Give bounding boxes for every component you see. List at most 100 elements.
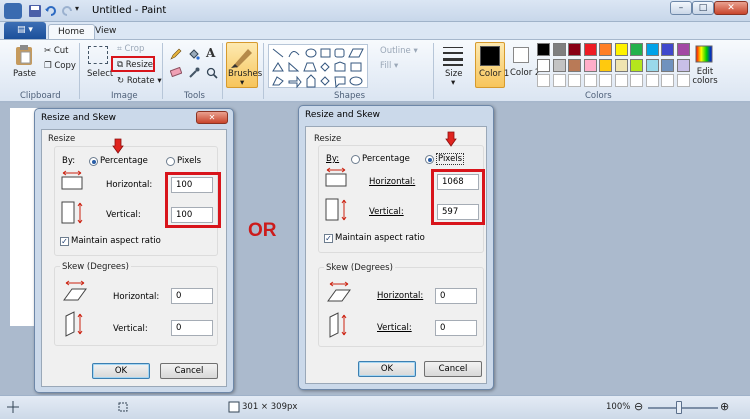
edit-colors-button[interactable]: Edit colors — [692, 68, 718, 86]
zoom-in-icon[interactable]: ⊕ — [720, 400, 729, 413]
minimize-button[interactable]: – — [670, 1, 692, 15]
color-swatch[interactable] — [676, 43, 690, 56]
color-swatch[interactable] — [568, 58, 581, 72]
horizontal-label: Horizontal: — [369, 177, 416, 187]
maximize-button[interactable]: □ — [692, 1, 714, 15]
magnifier-icon[interactable] — [206, 67, 218, 82]
color-swatch[interactable] — [614, 58, 628, 72]
color-swatch[interactable] — [661, 74, 674, 87]
paint-menu-button[interactable]: ▤ ▾ — [4, 22, 46, 39]
zoom-slider-thumb[interactable] — [676, 401, 682, 414]
percentage-label[interactable]: Percentage — [100, 156, 148, 166]
cut-button[interactable]: ✂ Cut — [44, 46, 68, 56]
color-swatch[interactable] — [676, 74, 690, 87]
outline-dropdown[interactable]: Outline ▾ — [380, 46, 418, 56]
shapes-gallery[interactable] — [268, 44, 368, 89]
ok-button[interactable]: OK — [358, 361, 416, 377]
zoom-slider-track[interactable] — [648, 407, 718, 409]
color-swatch[interactable] — [645, 43, 659, 56]
color-swatch[interactable] — [568, 74, 581, 87]
copy-icon: ❐ — [44, 61, 52, 71]
color1-button[interactable]: Color 1 — [475, 42, 509, 88]
dialog-close-button[interactable]: ✕ — [196, 111, 228, 124]
color-swatch[interactable] — [645, 74, 659, 87]
canvas-dimensions: 301 × 309px — [242, 402, 298, 412]
crop-label: Crop — [124, 44, 145, 54]
color-swatch[interactable] — [661, 43, 674, 56]
color-swatch[interactable] — [537, 74, 550, 87]
paste-button[interactable]: Paste — [13, 69, 36, 79]
cancel-button[interactable]: Cancel — [424, 361, 482, 377]
color-swatch[interactable] — [552, 74, 566, 87]
color-swatch[interactable] — [630, 43, 643, 56]
tab-view[interactable]: View — [86, 24, 125, 39]
color-swatch[interactable] — [583, 74, 597, 87]
color-swatch[interactable] — [630, 74, 643, 87]
outline-label: Outline — [380, 46, 411, 56]
text-tool-icon[interactable]: A — [206, 46, 215, 60]
copy-button[interactable]: ❐ Copy — [44, 61, 76, 71]
maintain-aspect-checkbox[interactable]: ✓ — [324, 234, 333, 243]
color-swatch[interactable] — [552, 43, 566, 56]
color-swatch[interactable] — [599, 43, 612, 56]
maintain-aspect-checkbox[interactable]: ✓ — [60, 237, 69, 246]
pixels-label[interactable]: Pixels — [177, 156, 201, 166]
pixels-radio[interactable] — [166, 157, 175, 166]
cancel-button[interactable]: Cancel — [160, 363, 218, 379]
pixels-label[interactable]: Pixels — [436, 153, 465, 165]
ok-button[interactable]: OK — [92, 363, 150, 379]
size-dropdown-icon: ▾ — [451, 78, 456, 88]
highlight-box — [165, 172, 221, 228]
maintain-aspect-label[interactable]: Maintain aspect ratio — [71, 236, 161, 246]
redo-icon[interactable] — [60, 4, 74, 18]
resize-highlight — [111, 56, 155, 72]
maintain-aspect-label[interactable]: Maintain aspect ratio — [335, 233, 425, 243]
color-swatch[interactable] — [614, 43, 628, 56]
color-picker-icon[interactable] — [188, 67, 200, 82]
skew-section-label: Skew (Degrees) — [324, 263, 395, 273]
color-swatch[interactable] — [568, 43, 581, 56]
paste-icon[interactable] — [14, 44, 34, 69]
select-icon[interactable] — [88, 46, 108, 64]
fill-bucket-icon[interactable] — [188, 48, 200, 63]
selection-size-icon — [117, 401, 129, 416]
pencil-icon[interactable] — [170, 48, 182, 63]
color-swatch[interactable] — [537, 43, 550, 56]
color-swatch[interactable] — [583, 58, 597, 72]
undo-icon[interactable] — [44, 4, 58, 18]
percentage-radio[interactable] — [89, 157, 98, 166]
size-icon[interactable] — [442, 44, 464, 69]
or-annotation: OR — [248, 220, 277, 241]
color-swatch[interactable] — [583, 43, 597, 56]
pixels-radio[interactable] — [425, 155, 434, 164]
paint-app-icon[interactable] — [4, 3, 22, 19]
zoom-out-icon[interactable]: ⊖ — [634, 400, 643, 413]
skew-horizontal-input[interactable] — [171, 288, 213, 304]
color-swatch[interactable] — [599, 74, 612, 87]
edit-colors-icon[interactable] — [694, 44, 714, 67]
color-swatch[interactable] — [614, 74, 628, 87]
skew-vertical-input[interactable] — [435, 320, 477, 336]
eraser-icon[interactable] — [169, 66, 183, 80]
fill-dropdown[interactable]: Fill ▾ — [380, 61, 398, 71]
color-swatch[interactable] — [552, 58, 566, 72]
select-button[interactable]: Select — [87, 69, 113, 79]
skew-horizontal-input[interactable] — [435, 288, 477, 304]
percentage-label[interactable]: Percentage — [362, 154, 410, 164]
color-swatch[interactable] — [645, 58, 659, 72]
customize-toolbar-icon[interactable]: ▾ — [75, 4, 89, 18]
color-swatch[interactable] — [676, 58, 690, 72]
percentage-radio[interactable] — [351, 155, 360, 164]
color-swatch[interactable] — [661, 58, 674, 72]
rotate-button[interactable]: ↻ Rotate ▾ — [117, 76, 162, 86]
color-swatch[interactable] — [630, 58, 643, 72]
color2-button[interactable]: Color 2 — [510, 42, 540, 88]
color-swatch[interactable] — [537, 58, 550, 72]
brushes-button[interactable]: Brushes ▾ — [226, 42, 262, 88]
copy-label: Copy — [54, 61, 76, 71]
crop-button[interactable]: ⌗ Crop — [117, 44, 144, 54]
color-swatch[interactable] — [599, 58, 612, 72]
save-icon[interactable] — [28, 4, 42, 18]
close-button[interactable]: ✕ — [714, 1, 748, 15]
skew-vertical-input[interactable] — [171, 320, 213, 336]
